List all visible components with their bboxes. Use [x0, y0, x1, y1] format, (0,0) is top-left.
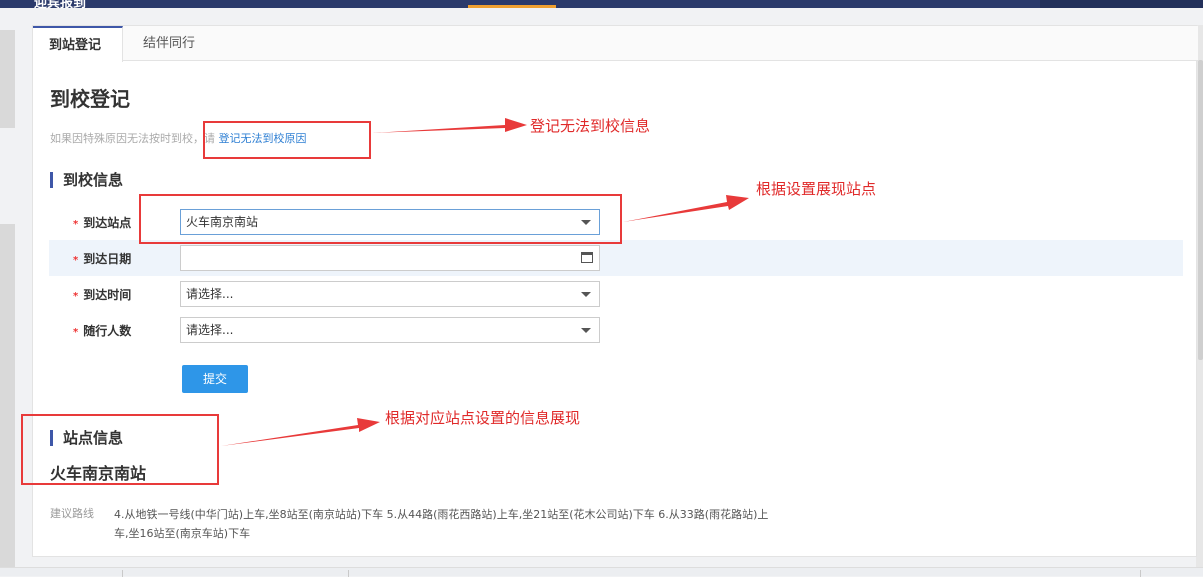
annotation-label: 根据对应站点设置的信息展现 — [385, 409, 581, 427]
annotation-label: 根据设置展现站点 — [756, 180, 877, 198]
bottom-bar — [0, 567, 1203, 577]
annotation-label: 登记无法到校信息 — [530, 117, 651, 135]
annotation-arrows — [221, 118, 749, 446]
